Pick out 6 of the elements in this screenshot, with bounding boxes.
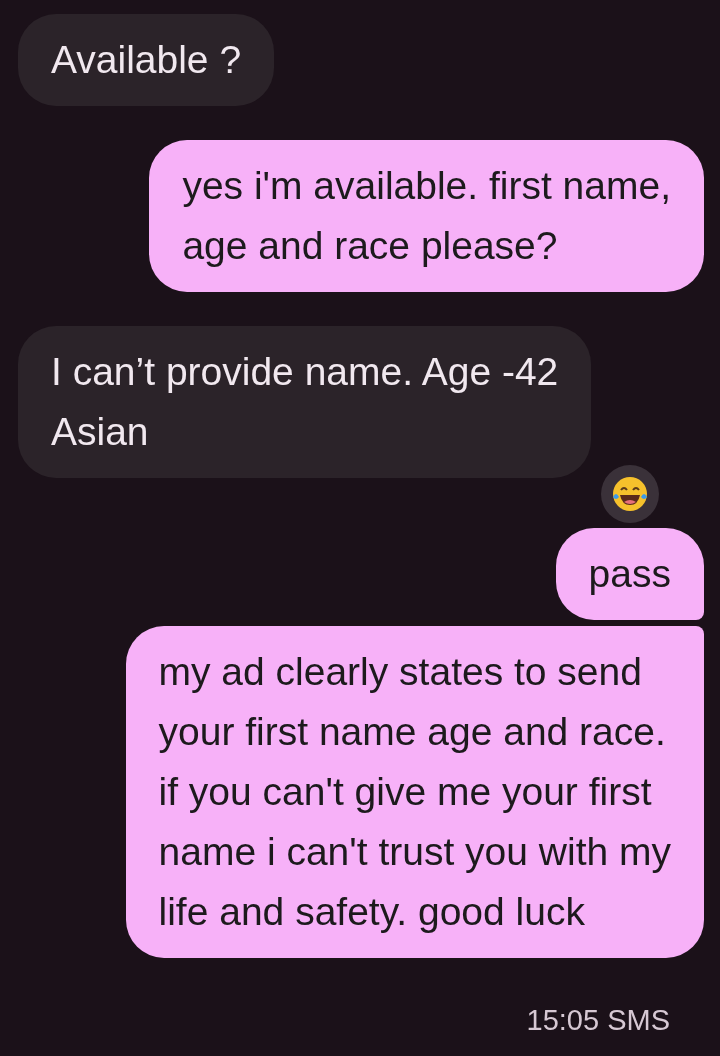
message-bubble: Available ? (18, 14, 275, 106)
message-bubble: pass (555, 528, 704, 620)
message-bubble: yes i'm available. first name, age and race please? (149, 140, 704, 292)
message-bubble: I can’t provide name. Age -42 Asian (18, 326, 592, 478)
message-timestamp: 15:05 SMS (526, 1004, 671, 1037)
message-bubble: my ad clearly states to send your first name age and race. if you can't give me your first name i can't trust you with my life and safety. good luck (125, 626, 704, 958)
